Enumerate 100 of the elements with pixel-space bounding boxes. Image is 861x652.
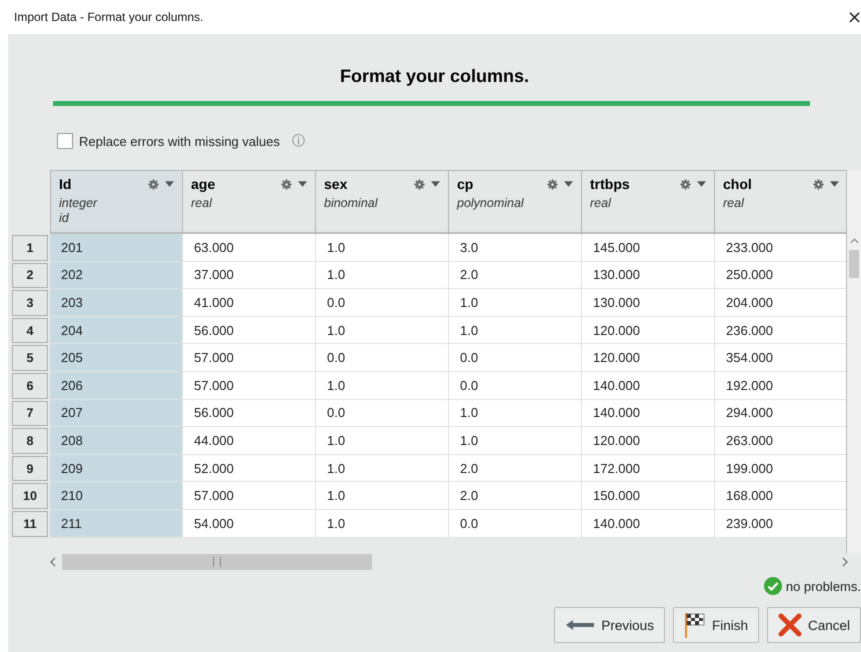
table-cell: 1.0 bbox=[449, 400, 582, 428]
table-cell: 57.000 bbox=[183, 482, 316, 510]
caret-icon[interactable] bbox=[564, 181, 573, 187]
table-cell: 250.000 bbox=[715, 262, 846, 290]
table-cell: 239.000 bbox=[715, 510, 846, 538]
row-number: 6 bbox=[12, 372, 48, 399]
table-cell: 210 bbox=[50, 482, 183, 510]
gear-icon[interactable] bbox=[148, 178, 159, 190]
scroll-left-icon[interactable] bbox=[50, 557, 56, 567]
status-text: no problems. bbox=[786, 578, 861, 594]
table-cell: 1.0 bbox=[316, 372, 449, 400]
info-icon[interactable]: ⓘ bbox=[292, 132, 305, 150]
table-cell: 140.000 bbox=[582, 400, 715, 428]
finish-button[interactable]: Finish bbox=[672, 607, 759, 643]
table-cell: 130.000 bbox=[582, 262, 715, 290]
table-cell: 201 bbox=[50, 234, 183, 262]
page-heading: Format your columns. bbox=[340, 66, 530, 87]
caret-icon[interactable] bbox=[830, 181, 839, 187]
scroll-thumb[interactable] bbox=[849, 250, 860, 278]
table-cell: 294.000 bbox=[715, 400, 846, 428]
table-cell: 202 bbox=[50, 262, 183, 290]
table-cell: 0.0 bbox=[449, 510, 582, 538]
row-number: 10 bbox=[12, 483, 48, 509]
table-cell: 354.000 bbox=[715, 344, 846, 372]
arrow-left-icon bbox=[565, 619, 596, 631]
column-name: sex bbox=[324, 176, 348, 192]
table-cell: 41.000 bbox=[183, 289, 316, 317]
column-header[interactable]: sex binominal bbox=[316, 170, 449, 234]
table-cell: 44.000 bbox=[183, 427, 316, 455]
table-cell: 2.0 bbox=[449, 262, 582, 290]
column-header[interactable]: age real bbox=[183, 170, 316, 234]
table-cell: 204.000 bbox=[715, 289, 846, 317]
table-cell: 172.000 bbox=[582, 454, 715, 482]
column-header[interactable]: trtbps real bbox=[582, 170, 715, 234]
caret-icon[interactable] bbox=[298, 181, 307, 187]
row-number: 1 bbox=[12, 235, 48, 261]
table-cell: 0.0 bbox=[316, 400, 449, 428]
column-header[interactable]: chol real bbox=[715, 170, 846, 234]
close-button[interactable]: × bbox=[843, 5, 857, 29]
row-number: 5 bbox=[12, 345, 48, 371]
column-name: cp bbox=[457, 176, 474, 192]
table-cell: 1.0 bbox=[316, 510, 449, 538]
gear-icon[interactable] bbox=[281, 178, 292, 190]
caret-icon[interactable] bbox=[697, 181, 706, 187]
table-cell: 1.0 bbox=[316, 262, 449, 290]
column-type: real bbox=[191, 196, 214, 210]
column-header[interactable]: cp polynominal bbox=[449, 170, 582, 234]
table-cell: 205 bbox=[50, 344, 183, 372]
table-cell: 206 bbox=[50, 372, 183, 400]
checkbox[interactable] bbox=[57, 133, 73, 149]
table-cell: 233.000 bbox=[715, 234, 846, 262]
caret-icon[interactable] bbox=[431, 181, 440, 187]
table-cell: 1.0 bbox=[449, 427, 582, 455]
previous-button[interactable]: Previous bbox=[554, 607, 665, 643]
scroll-thumb[interactable] bbox=[62, 554, 372, 570]
horizontal-scrollbar[interactable] bbox=[50, 553, 848, 571]
table-cell: 1.0 bbox=[316, 427, 449, 455]
table-cell: 2.0 bbox=[449, 454, 582, 482]
column-header[interactable]: Id integer id bbox=[50, 170, 183, 234]
column-name: chol bbox=[723, 176, 753, 192]
check-icon bbox=[764, 577, 782, 595]
column-type: binominal bbox=[324, 196, 379, 210]
column-type: real bbox=[723, 196, 746, 210]
column-name: trtbps bbox=[590, 176, 631, 192]
table-cell: 0.0 bbox=[316, 344, 449, 372]
table-cell: 263.000 bbox=[715, 427, 846, 455]
table-cell: 203 bbox=[50, 289, 183, 317]
caret-icon[interactable] bbox=[165, 181, 174, 187]
table-cell: 207 bbox=[50, 400, 183, 428]
gear-icon[interactable] bbox=[547, 178, 558, 190]
table-cell: 0.0 bbox=[449, 344, 582, 372]
gear-icon[interactable] bbox=[680, 178, 691, 190]
row-number: 3 bbox=[12, 290, 48, 316]
table-cell: 168.000 bbox=[715, 482, 846, 510]
scroll-up-icon[interactable] bbox=[850, 238, 859, 244]
table-cell: 1.0 bbox=[316, 454, 449, 482]
gear-icon[interactable] bbox=[813, 178, 824, 190]
table-cell: 140.000 bbox=[582, 372, 715, 400]
column-type: polynominal bbox=[457, 196, 525, 210]
row-number: 11 bbox=[12, 510, 48, 537]
table-cell: 236.000 bbox=[715, 316, 846, 344]
table-cell: 37.000 bbox=[183, 262, 316, 290]
checkered-flag-icon bbox=[684, 612, 706, 638]
vertical-scrollbar[interactable] bbox=[847, 170, 861, 553]
row-number: 8 bbox=[12, 428, 48, 454]
table-cell: 130.000 bbox=[582, 289, 715, 317]
cancel-button[interactable]: Cancel bbox=[766, 607, 861, 643]
table-cell: 140.000 bbox=[582, 510, 715, 538]
table-cell: 120.000 bbox=[582, 344, 715, 372]
table-cell: 208 bbox=[50, 427, 183, 455]
table-cell: 120.000 bbox=[582, 427, 715, 455]
checkbox-label: Replace errors with missing values bbox=[79, 134, 280, 148]
table-cell: 1.0 bbox=[449, 289, 582, 317]
cross-icon bbox=[778, 613, 802, 637]
scroll-right-icon[interactable] bbox=[842, 557, 848, 567]
table-cell: 199.000 bbox=[715, 454, 846, 482]
table-cell: 1.0 bbox=[316, 482, 449, 510]
table-cell: 1.0 bbox=[316, 316, 449, 344]
table-cell: 56.000 bbox=[183, 316, 316, 344]
gear-icon[interactable] bbox=[414, 178, 425, 190]
